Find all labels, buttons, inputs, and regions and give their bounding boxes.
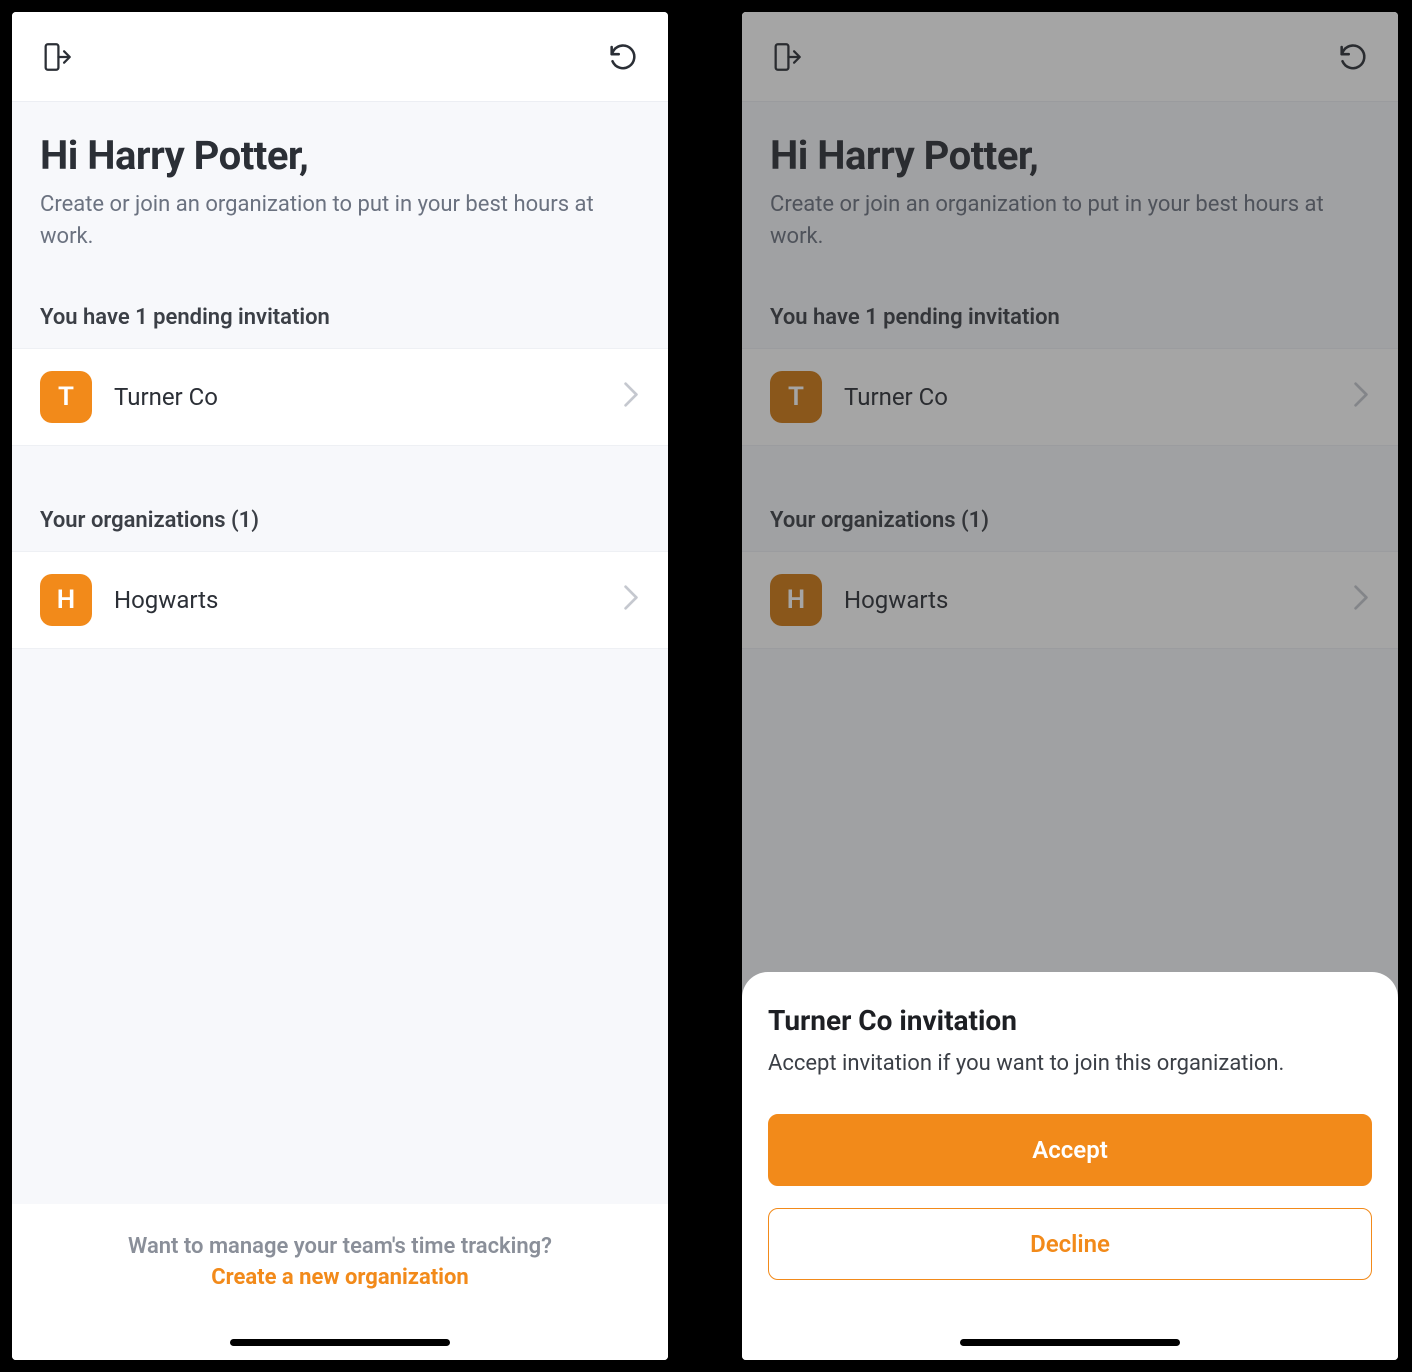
refresh-icon[interactable] xyxy=(606,40,640,74)
sheet-title: Turner Co invitation xyxy=(768,1004,1372,1037)
invitation-row[interactable]: T Turner Co xyxy=(12,348,668,446)
footer-question: Want to manage your team's time tracking… xyxy=(40,1234,640,1259)
organizations-header: Your organizations (1) xyxy=(12,490,668,551)
org-name-label: Hogwarts xyxy=(114,586,622,614)
chevron-right-icon xyxy=(622,584,640,615)
org-avatar: T xyxy=(40,371,92,423)
invitations-header: You have 1 pending invitation xyxy=(12,287,668,348)
invitation-sheet: Turner Co invitation Accept invitation i… xyxy=(742,972,1398,1360)
org-name-label: Turner Co xyxy=(114,383,622,411)
greeting-subtitle: Create or join an organization to put in… xyxy=(40,189,640,253)
phone-screen-modal: Hi Harry Potter, Create or join an organ… xyxy=(740,10,1400,1362)
home-indicator xyxy=(960,1339,1180,1346)
logout-icon[interactable] xyxy=(40,40,74,74)
sheet-subtitle: Accept invitation if you want to join th… xyxy=(768,1049,1372,1080)
home-indicator xyxy=(230,1339,450,1346)
accept-button[interactable]: Accept xyxy=(768,1114,1372,1186)
topbar xyxy=(12,12,668,102)
decline-button[interactable]: Decline xyxy=(768,1208,1372,1280)
main-content: Hi Harry Potter, Create or join an organ… xyxy=(12,102,668,1360)
greeting-title: Hi Harry Potter, xyxy=(40,132,640,179)
phone-screen-main: Hi Harry Potter, Create or join an organ… xyxy=(10,10,670,1362)
footer: Want to manage your team's time tracking… xyxy=(12,1204,668,1360)
create-organization-link[interactable]: Create a new organization xyxy=(40,1265,640,1290)
org-avatar: H xyxy=(40,574,92,626)
chevron-right-icon xyxy=(622,381,640,412)
organization-row[interactable]: H Hogwarts xyxy=(12,551,668,649)
